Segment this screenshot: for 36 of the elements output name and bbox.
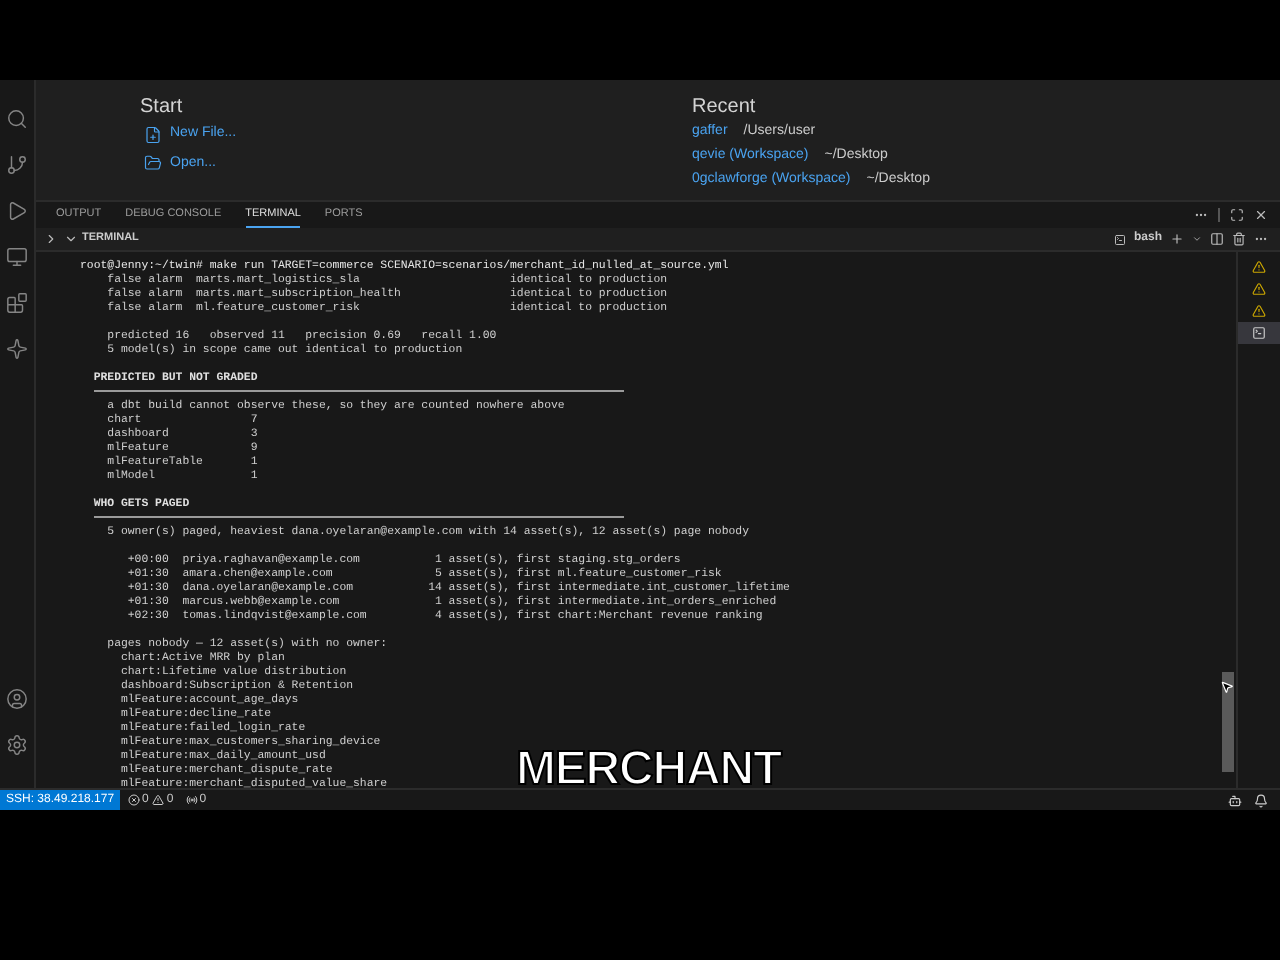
extensions-icon[interactable]	[6, 292, 28, 314]
video-caption: MERCHANT	[516, 740, 782, 800]
plus-icon[interactable]	[1170, 232, 1184, 246]
source-control-icon[interactable]	[6, 154, 28, 176]
section-title: Start	[140, 94, 185, 118]
close-icon[interactable]	[1254, 208, 1268, 222]
more-icon[interactable]	[1194, 208, 1208, 222]
warning-icon	[1252, 282, 1266, 296]
split-icon[interactable]	[1210, 232, 1224, 246]
error-icon	[128, 794, 141, 806]
folder-icon	[144, 154, 162, 173]
more-icon[interactable]	[1254, 232, 1268, 246]
remote-explorer-icon[interactable]	[6, 246, 28, 268]
search-icon[interactable]	[6, 108, 28, 130]
mouse-pointer-icon	[1220, 680, 1234, 694]
warning-icon	[152, 794, 165, 806]
run-icon[interactable]	[6, 200, 28, 222]
warning-icon	[1252, 304, 1266, 318]
settings-icon[interactable]	[6, 734, 28, 756]
sparkle-icon[interactable]	[6, 338, 28, 360]
chevron-down-icon[interactable]	[1192, 234, 1202, 244]
ports-icon	[185, 794, 198, 806]
chevron-right-icon[interactable]	[44, 232, 58, 246]
terminal-icon	[1113, 233, 1126, 245]
terminal-icon	[1252, 326, 1266, 340]
new-file-icon	[144, 125, 162, 144]
warning-icon	[1252, 260, 1266, 274]
robot-icon[interactable]	[1228, 793, 1242, 807]
maximize-icon[interactable]	[1230, 208, 1244, 222]
chevron-down-icon[interactable]	[64, 232, 78, 246]
terminal-session[interactable]	[1238, 322, 1280, 344]
trash-icon[interactable]	[1232, 232, 1246, 246]
scrollbar-thumb[interactable]	[1222, 672, 1234, 772]
section-title: Recent	[692, 94, 758, 118]
bell-icon[interactable]	[1254, 793, 1268, 807]
account-icon[interactable]	[6, 688, 28, 710]
